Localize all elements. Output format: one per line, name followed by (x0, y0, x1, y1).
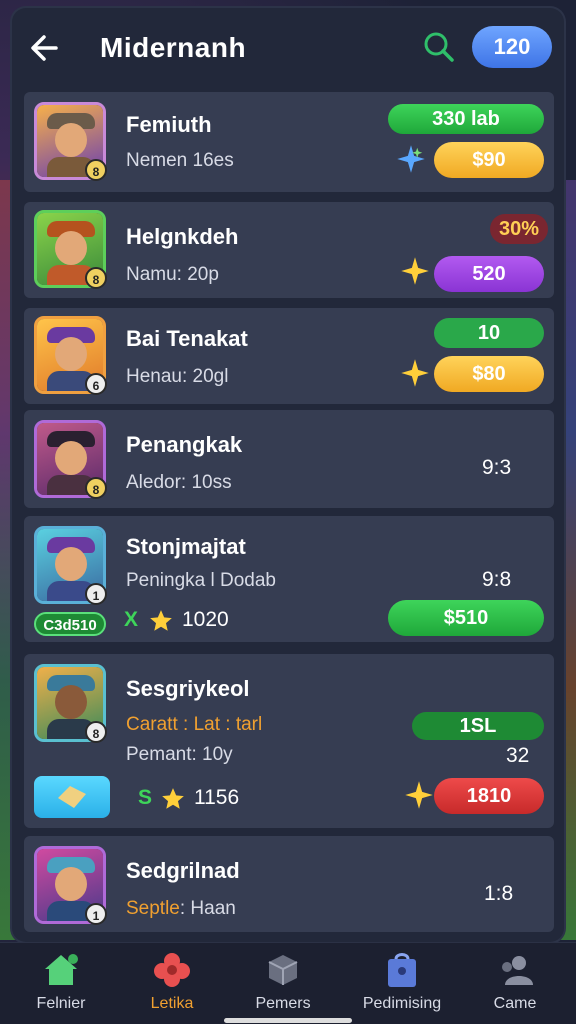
ticket-button[interactable] (34, 776, 110, 818)
list-item[interactable]: 6 Bai Tenakat Henau: 20gl 10 $80 (24, 308, 554, 404)
item-value: 9:8 (482, 568, 512, 591)
flower-icon (154, 953, 190, 987)
item-subtitle-highlight: Caratt : Lat : tarl (126, 714, 263, 735)
item-subtitle: Peningka l Dodab (126, 570, 276, 591)
item-name: Sesgriykeol (126, 676, 250, 701)
back-arrow-icon[interactable] (26, 30, 62, 66)
level-badge: 6 (85, 373, 107, 395)
star-icon (162, 788, 184, 809)
list-item[interactable]: 1 Sedgrilnad Septle: Haan 1:8 (24, 836, 554, 932)
stat-prefix: S (138, 786, 153, 809)
stat-value: 1156 (194, 786, 240, 809)
discount-badge: 30% (490, 214, 548, 244)
ticket-icon (58, 786, 86, 808)
list-item[interactable]: 8 Femiuth Nemen 16es 330 lab $90 (24, 92, 554, 192)
item-subtitle: Nemen 16es (126, 150, 234, 171)
tab-felnier[interactable]: Felnier (6, 947, 116, 1019)
tab-label: Letika (150, 995, 194, 1012)
tab-pedimising[interactable]: Pedimising (347, 947, 457, 1019)
stat-badge: 1SL (412, 712, 544, 740)
level-badge: 1 (85, 903, 107, 925)
tab-label: Felnier (36, 995, 86, 1012)
item-count: 32 (506, 744, 530, 767)
list-item[interactable]: 8 Sesgriykeol Caratt : Lat : tarl Pemant… (24, 654, 554, 828)
level-badge: 8 (85, 721, 107, 743)
sparkle-icon (397, 145, 425, 173)
item-subtitle: Namu: 20p (126, 264, 219, 285)
cube-icon (268, 955, 298, 985)
item-name: Femiuth (126, 112, 212, 137)
level-badge: 8 (85, 477, 107, 499)
item-subtitle: Septle: Haan (126, 898, 236, 920)
item-name: Bai Tenakat (126, 326, 248, 351)
tab-label: Pemers (255, 995, 311, 1012)
item-name: Helgnkdeh (126, 224, 239, 249)
list-item[interactable]: 8 Penangkak Aledor: 10ss 9:3 (24, 410, 554, 508)
item-name: Sedgrilnad (126, 858, 240, 883)
list-item[interactable]: 1 C3d510 Stonjmajtat Peningka l Dodab X … (24, 516, 554, 642)
coin-balance-badge[interactable]: 120 (472, 26, 552, 68)
tag-badge: C3d510 (34, 612, 106, 636)
item-subtitle: Aledor: 10ss (126, 472, 232, 493)
users-icon (502, 956, 533, 985)
avatar: 6 (34, 316, 107, 395)
lightning-star-icon (401, 257, 429, 285)
stat-prefix: X (124, 608, 139, 631)
tab-came[interactable]: Came (460, 947, 570, 1019)
shopping-bag-icon (388, 953, 416, 987)
avatar: 1 (34, 526, 107, 605)
price-button[interactable]: 1810 (434, 778, 544, 814)
page-title: Midernanh (100, 32, 247, 63)
header: Midernanh 120 (12, 8, 564, 92)
avatar: 8 (34, 664, 107, 743)
app-panel: Midernanh 120 8 Femiuth Nemen 16es 330 l… (12, 8, 564, 942)
home-indicator[interactable] (224, 1018, 352, 1023)
tab-label: Pedimising (362, 995, 442, 1012)
avatar: 8 (34, 102, 107, 181)
price-button[interactable]: $90 (434, 142, 544, 178)
item-name: Stonjmajtat (126, 534, 246, 559)
stat-badge: 10 (434, 318, 544, 348)
home-icon (45, 954, 78, 985)
item-subtitle: Pemant: 10y (126, 744, 233, 765)
tab-letika[interactable]: Letika (117, 947, 227, 1019)
avatar: 8 (34, 210, 107, 289)
avatar: 8 (34, 420, 107, 499)
lightning-star-icon (405, 781, 433, 809)
list-item[interactable]: 8 Helgnkdeh Namu: 20p 30% 520 (24, 202, 554, 298)
price-button[interactable]: $80 (434, 356, 544, 392)
price-button[interactable]: $510 (388, 600, 544, 636)
item-subtitle-highlight: Septle (126, 898, 180, 919)
tab-label: Came (493, 995, 537, 1012)
bottom-tab-bar: Felnier Letika Pemers Pedimising Came (0, 942, 576, 1024)
level-badge: 8 (85, 159, 107, 181)
item-value: 9:3 (482, 456, 512, 479)
item-subtitle: Henau: 20gl (126, 366, 229, 387)
item-value: 1:8 (484, 882, 514, 905)
stat-value: 1020 (182, 608, 229, 631)
level-badge: 1 (85, 583, 107, 605)
avatar: 1 (34, 846, 107, 925)
item-subtitle-rest: : Haan (179, 898, 236, 919)
price-button[interactable]: 520 (434, 256, 544, 292)
lightning-star-icon (401, 359, 429, 387)
item-name: Penangkak (126, 432, 243, 457)
stat-badge: 330 lab (388, 104, 544, 134)
search-icon[interactable] (422, 30, 456, 64)
star-icon (150, 610, 172, 631)
tab-pemers[interactable]: Pemers (228, 947, 338, 1019)
level-badge: 8 (85, 267, 107, 289)
